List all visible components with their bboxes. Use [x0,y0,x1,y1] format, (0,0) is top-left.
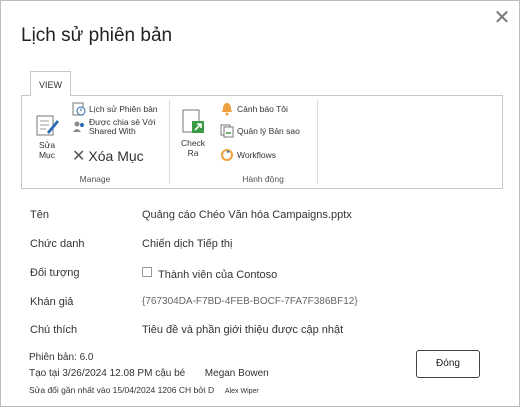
manage-copies-label: Quản lý Bản sao [237,126,300,136]
workflows-label: Workflows [237,150,277,160]
dialog-title: Lịch sử phiên bản [21,25,173,46]
property-value-audience: {767304DA-F7BD-4FEB-BOCF-7FA7F386BF12} [142,296,358,307]
alert-me-button[interactable]: Cảnh báo Tôi [220,102,288,116]
created-by-user[interactable]: Megan Bowen [205,368,269,379]
delete-icon: ✕ [72,148,86,165]
check-out-label-1: Check [180,138,206,148]
close-icon[interactable]: ✕ [493,8,511,28]
delete-item-button[interactable]: ✕ Xóa Mục [72,146,144,166]
shared-with-label-2: Shared With [89,126,136,136]
created-text: Tạo tại 3/26/2024 12.08 PM cậu bé [29,368,186,379]
property-label: Đối tượng [30,267,80,279]
manage-copies-button[interactable]: Quản lý Bản sao [220,124,300,138]
edit-item-icon [36,115,59,136]
version-history-dialog: ✕ Lịch sử phiên bản VIEW Sửa Mục Lịch sử… [0,0,520,407]
version-number: Phiên bản: 6.0 [29,352,94,363]
property-value-subject: Thành viên của Contoso [142,267,277,281]
version-history-icon [72,102,86,116]
alert-me-label: Cảnh báo Tôi [237,104,288,114]
modified-info: Sửa đổi gần nhất vào 15/04/2024 1206 CH … [29,385,259,395]
ribbon: Sửa Mục Lịch sử Phiên bản Được chia sẻ V… [21,95,503,189]
workflows-icon [221,149,233,161]
version-history-button[interactable]: Lịch sử Phiên bản [72,102,158,116]
property-value-name: Quảng cáo Chéo Văn hóa Campaigns.pptx [142,209,352,221]
workflows-button[interactable]: Workflows [220,148,276,162]
edit-item-label-2: Mục [38,150,56,160]
actions-group-label: Hành động [242,174,284,184]
manage-group-label: Manage [79,174,111,184]
property-label: Chú thích [30,324,78,336]
edit-item-button[interactable]: Sửa Mục [30,112,64,160]
property-label: Chức danh [30,238,85,250]
close-button[interactable]: Đóng [416,350,480,378]
property-value-title: Chiến dịch Tiếp thị [142,238,233,250]
check-out-label-2: Ra [187,148,199,158]
check-out-icon [182,109,204,133]
ribbon-group-actions: Check Ra Cảnh báo Tôi Quản lý Bản sao Wo… [170,96,316,188]
property-value-subject-text: Thành viên của Contoso [158,269,278,281]
shared-with-icon [73,121,84,132]
check-out-button[interactable]: Check Ra [176,108,210,158]
delete-item-label: Xóa Mục [88,148,144,164]
created-info: Tạo tại 3/26/2024 12.08 PM cậu bé Megan … [29,368,269,379]
ribbon-group-manage: Sửa Mục Lịch sử Phiên bản Được chia sẻ V… [22,96,168,188]
modified-by-user[interactable]: Alex Wiper [225,388,259,395]
tab-view[interactable]: VIEW [30,71,72,96]
shared-with-button[interactable]: Được chia sẻ Với Shared With [72,118,155,136]
manage-copies-icon [220,124,234,138]
property-value-comment: Tiêu đề và phần giới thiệu được cập nhật [142,324,344,336]
bell-icon [222,103,232,116]
version-history-label: Lịch sử Phiên bản [89,104,158,114]
property-label: Tên [30,209,49,221]
modified-text: Sửa đổi gần nhất vào 15/04/2024 1206 CH … [29,385,215,395]
property-label: Khán giả [30,296,74,308]
edit-item-label-1: Sửa [38,140,56,150]
checkbox-icon [142,267,152,277]
ribbon-separator [317,100,318,184]
